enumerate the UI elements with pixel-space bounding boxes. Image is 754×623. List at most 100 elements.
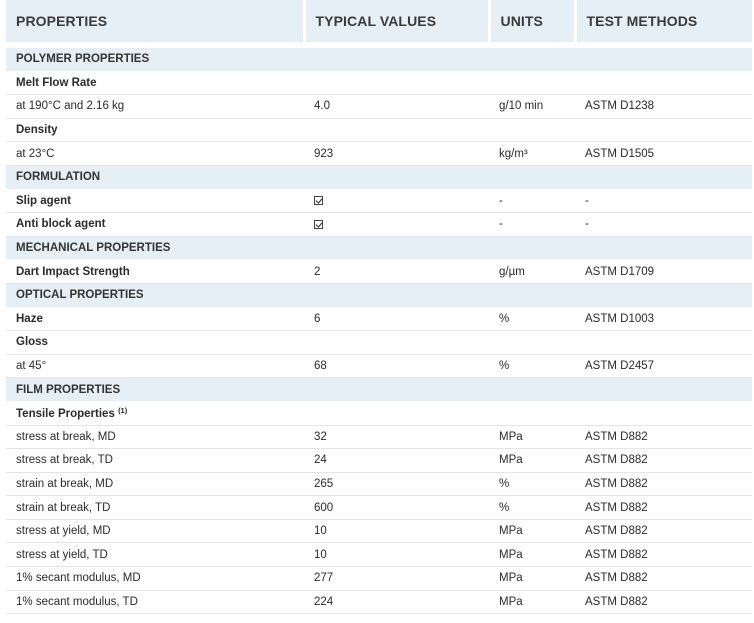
property-label: Haze (6, 307, 304, 332)
property-label: 1% secant modulus, MD (6, 566, 304, 591)
subheading-label: Gloss (6, 330, 752, 355)
property-label: at 23°C (6, 141, 304, 166)
table-row: at 45° 68% ASTM D2457 (6, 354, 752, 379)
table-header: PROPERTIES TYPICAL VALUES UNITS TEST MET… (6, 0, 752, 48)
test-method: - (575, 212, 752, 237)
section-title: FORMULATION (6, 165, 752, 190)
typical-value: 923 (304, 141, 489, 166)
unit-value: MPa (489, 542, 575, 568)
unit-value: % (489, 472, 575, 497)
table-row: Anti block agent - - (6, 212, 752, 237)
table-row: Dart Impact Strength 2 g/µm ASTM D1709 (6, 259, 752, 284)
unit-value: - (489, 212, 575, 237)
subheading-text: Density (16, 124, 58, 137)
section-row: POLYMER PROPERTIES (6, 48, 752, 72)
property-label: at 45° (6, 354, 304, 379)
subheading-text: Gloss (16, 336, 48, 349)
typical-value: 4.0 (304, 94, 489, 119)
test-method: ASTM D882 (575, 542, 752, 568)
table-row: stress at break, TD 24 MPa ASTM D882 (6, 448, 752, 473)
unit-value: MPa (489, 590, 575, 615)
unit-value: % (489, 307, 575, 332)
subheading-text: Tensile Properties (16, 408, 115, 421)
test-method: ASTM D882 (575, 495, 752, 520)
unit-value: MPa (489, 425, 575, 450)
unit-value: MPa (489, 448, 575, 473)
property-label: strain at break, TD (6, 495, 304, 520)
subheading-label: Melt Flow Rate (6, 71, 752, 96)
header-properties: PROPERTIES (6, 0, 306, 42)
property-label: stress at yield, MD (6, 519, 304, 544)
section-row: OPTICAL PROPERTIES (6, 283, 752, 308)
table-row: Slip agent - - (6, 189, 752, 214)
property-label: strain at break, MD (6, 472, 304, 497)
property-label: stress at yield, TD (6, 542, 304, 568)
table-row: strain at break, TD 600% ASTM D882 (6, 495, 752, 520)
unit-value: kg/m³ (489, 141, 575, 166)
typical-value: 224 (304, 590, 489, 615)
property-label: stress at break, MD (6, 425, 304, 450)
test-method: ASTM D882 (575, 448, 752, 473)
property-label: at 190°C and 2.16 kg (6, 94, 304, 119)
unit-value: % (489, 495, 575, 520)
unit-value: g/10 min (489, 94, 575, 119)
table-row: 1% secant modulus, MD 277 MPa ASTM D882 (6, 566, 752, 591)
test-method: ASTM D1003 (575, 307, 752, 332)
unit-value: MPa (489, 519, 575, 544)
typical-value (304, 212, 489, 237)
test-method: ASTM D882 (575, 472, 752, 497)
typical-value (304, 189, 489, 214)
section-row: MECHANICAL PROPERTIES (6, 236, 752, 261)
test-method: ASTM D882 (575, 590, 752, 615)
property-label: 1% secant modulus, TD (6, 590, 304, 615)
unit-value: % (489, 354, 575, 379)
subheading-row: Density (6, 118, 752, 143)
table-row: Haze 6% ASTM D1003 (6, 307, 752, 332)
typical-value: 10 (304, 519, 489, 544)
property-label: Dart Impact Strength (6, 259, 304, 284)
header-units: UNITS (489, 0, 577, 42)
subheading-row: Tensile Properties (1) (6, 401, 752, 426)
header-typical-values: TYPICAL VALUES (304, 0, 491, 42)
section-title: MECHANICAL PROPERTIES (6, 236, 752, 261)
subheading-text: Melt Flow Rate (16, 76, 97, 89)
header-test-methods: TEST METHODS (575, 0, 752, 42)
section-title: FILM PROPERTIES (6, 377, 752, 402)
properties-sheet: PROPERTIES TYPICAL VALUES UNITS TEST MET… (0, 0, 754, 623)
typical-value: 600 (304, 495, 489, 520)
unit-value: - (489, 189, 575, 214)
section-row: FORMULATION (6, 165, 752, 190)
table-row: at 23°C 923 kg/m³ ASTM D1505 (6, 141, 752, 166)
typical-value: 24 (304, 448, 489, 473)
table-row: stress at break, MD 32 MPa ASTM D882 (6, 425, 752, 450)
property-label: Slip agent (6, 189, 304, 214)
section-row: FILM PROPERTIES (6, 377, 752, 402)
typical-value: 32 (304, 425, 489, 450)
test-method: ASTM D882 (575, 519, 752, 544)
test-method: - (575, 189, 752, 214)
test-method: ASTM D1238 (575, 94, 752, 119)
table-row: stress at yield, TD 10 MPa ASTM D882 (6, 542, 752, 568)
test-method: ASTM D1505 (575, 141, 752, 166)
property-label: Anti block agent (6, 212, 304, 237)
unit-value: g/µm (489, 259, 575, 284)
typical-value: 6 (304, 307, 489, 332)
unit-value: MPa (489, 566, 575, 591)
test-method: ASTM D2457 (575, 354, 752, 379)
checkbox-checked-icon (314, 219, 323, 229)
typical-value: 2 (304, 259, 489, 284)
table-body: POLYMER PROPERTIES Melt Flow Rate at 190°C… (6, 48, 752, 615)
table-row: 1% secant modulus, TD 224 MPa ASTM D882 (6, 590, 752, 615)
checkbox-checked-icon (314, 196, 323, 206)
header-row: PROPERTIES TYPICAL VALUES UNITS TEST MET… (6, 0, 752, 42)
test-method: ASTM D882 (575, 566, 752, 591)
properties-table: PROPERTIES TYPICAL VALUES UNITS TEST MET… (6, 0, 752, 615)
typical-value: 265 (304, 472, 489, 497)
subheading-row: Gloss (6, 330, 752, 355)
typical-value: 277 (304, 566, 489, 591)
test-method: ASTM D882 (575, 425, 752, 450)
subheading-row: Melt Flow Rate (6, 71, 752, 96)
section-title: OPTICAL PROPERTIES (6, 283, 752, 308)
subheading-label: Tensile Properties (1) (6, 401, 752, 426)
property-label: stress at break, TD (6, 448, 304, 473)
